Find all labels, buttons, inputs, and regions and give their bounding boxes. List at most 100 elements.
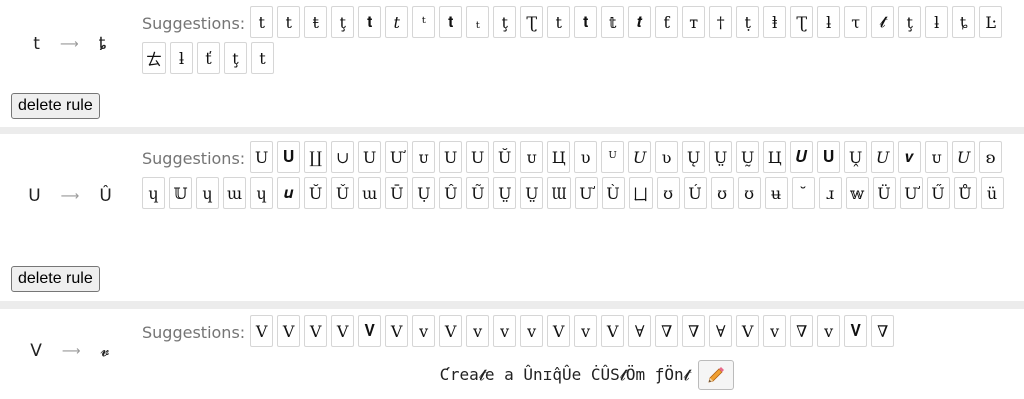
suggestion-chip[interactable]: 𝒕: [628, 6, 652, 38]
suggestion-chip[interactable]: ɯ: [358, 177, 382, 209]
suggestion-chip[interactable]: ₜ: [466, 6, 490, 38]
suggestion-chip[interactable]: Ʈ: [790, 6, 814, 38]
suggestion-chip[interactable]: Ц: [547, 141, 571, 173]
suggestion-chip[interactable]: 𝕨: [845, 177, 869, 209]
suggestion-chip[interactable]: 𝓽: [871, 6, 895, 38]
suggestion-chip[interactable]: U: [250, 141, 274, 173]
suggestion-chip[interactable]: ƚ: [170, 42, 194, 74]
suggestion-chip[interactable]: ᴛ: [682, 6, 706, 38]
suggestion-chip[interactable]: Ư: [574, 177, 598, 209]
suggestion-chip[interactable]: ţ: [493, 6, 517, 38]
suggestion-chip[interactable]: 𝐭: [574, 6, 598, 38]
suggestion-chip[interactable]: ʊ: [656, 177, 680, 209]
suggestion-chip[interactable]: t: [250, 6, 274, 38]
suggestion-chip[interactable]: 𝕌: [169, 177, 192, 209]
suggestion-chip[interactable]: ȶ: [952, 6, 976, 38]
suggestion-chip[interactable]: V: [250, 315, 274, 347]
suggestion-chip[interactable]: Ʈ: [520, 6, 544, 38]
edit-font-button[interactable]: [697, 360, 734, 390]
suggestion-chip[interactable]: 𝐔: [277, 141, 301, 173]
suggestion-chip[interactable]: t: [251, 42, 275, 74]
suggestion-chip[interactable]: ᵗ: [412, 6, 436, 38]
delete-rule-button[interactable]: delete rule: [11, 93, 100, 119]
suggestion-chip[interactable]: Ú: [683, 177, 707, 209]
suggestion-chip[interactable]: 𝐕: [358, 315, 382, 347]
suggestion-chip[interactable]: t: [277, 6, 301, 38]
suggestion-chip[interactable]: Ṷ: [844, 141, 868, 173]
suggestion-chip[interactable]: ㄊ: [142, 42, 167, 74]
suggestion-chip[interactable]: Ɯ: [547, 177, 571, 209]
suggestion-chip[interactable]: ∐: [304, 141, 328, 173]
suggestion-chip[interactable]: U: [466, 141, 490, 173]
suggestion-chip[interactable]: v: [466, 315, 490, 347]
suggestion-chip[interactable]: 𝐭: [358, 6, 382, 38]
suggestion-chip[interactable]: Ŭ: [304, 177, 328, 209]
suggestion-chip[interactable]: ᴠ: [817, 315, 841, 347]
suggestion-chip[interactable]: 𝑈: [952, 141, 976, 173]
suggestion-chip[interactable]: V: [439, 315, 463, 347]
suggestion-chip[interactable]: V: [277, 315, 301, 347]
suggestion-chip[interactable]: V: [385, 315, 409, 347]
suggestion-chip[interactable]: ∇: [682, 315, 706, 347]
suggestion-chip[interactable]: Ц: [763, 141, 787, 173]
suggestion-chip[interactable]: v: [412, 315, 436, 347]
suggestion-chip[interactable]: ŧ: [304, 6, 328, 38]
suggestion-chip[interactable]: 𝑈: [628, 141, 652, 173]
suggestion-chip[interactable]: V: [736, 315, 760, 347]
suggestion-chip[interactable]: Ṵ: [736, 141, 760, 173]
suggestion-chip[interactable]: U: [439, 141, 463, 173]
suggestion-chip[interactable]: Ù: [601, 177, 625, 209]
suggestion-chip[interactable]: Ǔ: [331, 177, 355, 209]
suggestion-chip[interactable]: V: [547, 315, 571, 347]
suggestion-chip[interactable]: υ: [574, 141, 598, 173]
suggestion-chip[interactable]: V: [601, 315, 625, 347]
suggestion-chip[interactable]: ɯ: [223, 177, 247, 209]
suggestion-chip[interactable]: Ư: [899, 177, 923, 209]
suggestion-chip[interactable]: t: [547, 6, 571, 38]
suggestion-chip[interactable]: ㄩ: [628, 177, 653, 209]
suggestion-chip[interactable]: Ü: [872, 177, 896, 209]
suggestion-chip[interactable]: τ: [844, 6, 868, 38]
suggestion-chip[interactable]: ɥ: [142, 177, 165, 209]
suggestion-chip[interactable]: ʊ: [737, 177, 761, 209]
suggestion-chip[interactable]: Ų: [682, 141, 706, 173]
suggestion-chip[interactable]: †: [709, 6, 733, 38]
suggestion-chip[interactable]: ţ: [898, 6, 922, 38]
suggestion-chip[interactable]: ü: [980, 177, 1004, 209]
suggestion-chip[interactable]: 𝐕: [844, 315, 868, 347]
suggestion-chip[interactable]: ƚ: [925, 6, 949, 38]
suggestion-chip[interactable]: Ṳ: [520, 177, 544, 209]
suggestion-chip[interactable]: ∇: [655, 315, 679, 347]
suggestion-chip[interactable]: ⱡ: [763, 6, 787, 38]
suggestion-chip[interactable]: U: [358, 141, 382, 173]
suggestion-chip[interactable]: ƚ: [817, 6, 841, 38]
suggestion-chip[interactable]: ∇: [790, 315, 814, 347]
delete-rule-button[interactable]: delete rule: [11, 266, 100, 292]
suggestion-chip[interactable]: ᴠ: [520, 315, 544, 347]
suggestion-chip[interactable]: ʊ: [710, 177, 734, 209]
suggestion-chip[interactable]: ∇: [871, 315, 895, 347]
suggestion-chip[interactable]: ᴜ: [925, 141, 949, 173]
suggestion-chip[interactable]: Ŭ: [493, 141, 517, 173]
suggestion-chip[interactable]: ƭ: [655, 6, 679, 38]
suggestion-chip[interactable]: ť: [197, 42, 221, 74]
suggestion-chip[interactable]: 𝒖: [277, 177, 301, 209]
suggestion-chip[interactable]: 𝐭: [439, 6, 463, 38]
suggestion-chip[interactable]: V: [331, 315, 355, 347]
suggestion-chip[interactable]: v: [763, 315, 787, 347]
suggestion-chip[interactable]: ʚ: [979, 141, 1003, 173]
suggestion-chip[interactable]: 𝑡: [385, 6, 409, 38]
suggestion-chip[interactable]: ʋ: [655, 141, 679, 173]
suggestion-chip[interactable]: 𝕥: [601, 6, 625, 38]
suggestion-chip[interactable]: 𝐔: [817, 141, 841, 173]
suggestion-chip[interactable]: ɥ: [196, 177, 219, 209]
suggestion-chip[interactable]: Ů: [953, 177, 977, 209]
suggestion-chip[interactable]: ˘: [791, 177, 815, 209]
suggestion-chip[interactable]: Ū: [385, 177, 409, 209]
suggestion-chip[interactable]: ṭ: [736, 6, 760, 38]
suggestion-chip[interactable]: Ṳ: [709, 141, 733, 173]
suggestion-chip[interactable]: ∪: [331, 141, 355, 173]
suggestion-chip[interactable]: ţ: [224, 42, 248, 74]
suggestion-chip[interactable]: ∀: [709, 315, 733, 347]
suggestion-chip[interactable]: Ŀ: [979, 6, 1003, 38]
